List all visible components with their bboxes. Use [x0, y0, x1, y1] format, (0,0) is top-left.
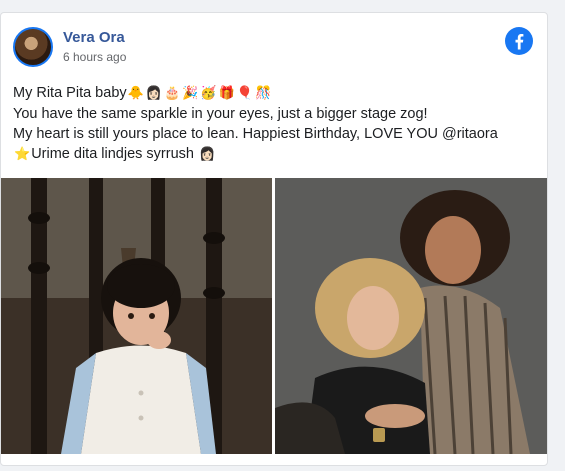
- post-text: My Rita Pita baby🐥 👩🏻 🎂 🎉 🥳 🎁 🎈 🎊 You have the …: [13, 83, 538, 165]
- post-line-4: ⭐Urime dita lindjes syrrush 👩🏻: [13, 144, 538, 165]
- post-line-2: You have the same sparkle in your eyes, …: [13, 106, 428, 122]
- balloon-emoji: 🎈: [236, 86, 253, 101]
- cake-emoji: 🎂: [164, 86, 181, 101]
- post-line-4-text: Urime dita lindjes syrrush: [31, 146, 194, 162]
- party-popper-emoji: 🎉: [182, 86, 199, 101]
- post-timestamp[interactable]: 6 hours ago: [63, 50, 126, 64]
- post-line-1-text: My Rita Pita baby: [13, 85, 127, 101]
- photo-grid: [1, 178, 547, 454]
- confetti-emoji: 🎊: [254, 86, 272, 101]
- birthday-portrait-art: [275, 178, 547, 454]
- birthday-portrait-photo[interactable]: [275, 178, 547, 454]
- post-line-3: My heart is still yours place to lean. H…: [13, 126, 498, 142]
- childhood-photo-art: [1, 178, 272, 454]
- post-line-1: My Rita Pita baby🐥 👩🏻 🎂 🎉 🥳 🎁 🎈 🎊: [13, 83, 538, 104]
- post-header: Vera Ora 6 hours ago: [13, 27, 533, 71]
- woman-emoji: 👩🏻: [145, 86, 163, 101]
- chick-emoji: 🐥: [127, 86, 144, 101]
- author-name[interactable]: Vera Ora: [63, 29, 125, 46]
- party-face-emoji: 🥳: [200, 86, 217, 101]
- woman-emoji: 👩🏻: [199, 147, 216, 162]
- childhood-photo[interactable]: [1, 178, 272, 454]
- gift-emoji: 🎁: [218, 86, 235, 101]
- star-emoji: ⭐: [14, 147, 31, 162]
- facebook-icon[interactable]: [505, 27, 533, 55]
- post-card: Vera Ora 6 hours ago My Rita Pita baby🐥 👩…: [0, 12, 548, 466]
- author-avatar[interactable]: [13, 27, 53, 67]
